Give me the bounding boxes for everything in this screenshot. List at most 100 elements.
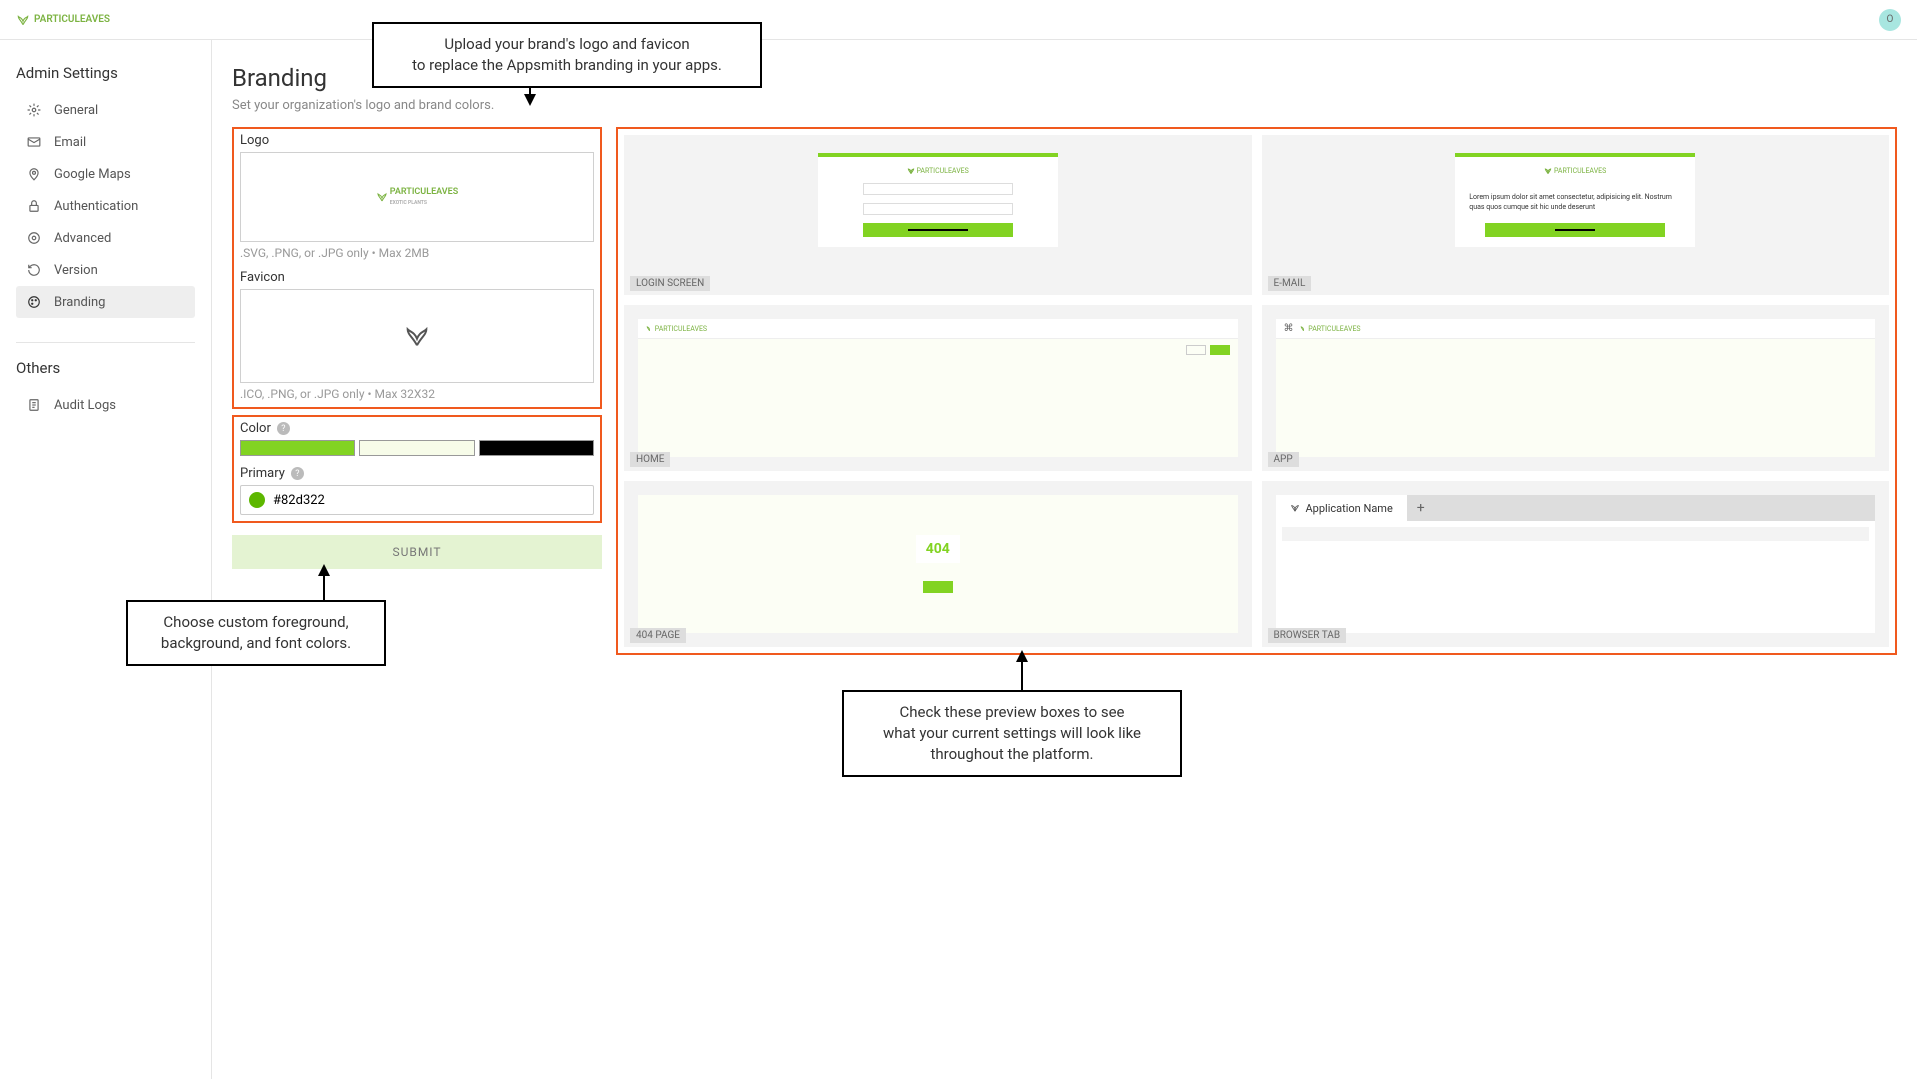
leaf-icon <box>1300 325 1307 332</box>
sidebar-section-others: Others <box>16 359 195 377</box>
color-label: Color ? <box>240 421 594 436</box>
logo-upload[interactable]: PARTICULEAVESEXOTIC PLANTS <box>240 152 594 242</box>
leaf-icon <box>401 324 433 348</box>
fake-button <box>1485 223 1665 237</box>
sidebar-item-label: Google Maps <box>54 167 131 182</box>
sidebar-item-label: Version <box>54 263 98 278</box>
sidebar-item-google-maps[interactable]: Google Maps <box>16 158 195 190</box>
logo-preview: PARTICULEAVESEXOTIC PLANTS <box>376 187 458 207</box>
topbar: PARTICULEAVES O <box>0 0 1917 40</box>
sidebar-item-version[interactable]: Version <box>16 254 195 286</box>
preview-label: APP <box>1268 452 1299 467</box>
leaf-icon <box>907 167 915 175</box>
logo-hint: .SVG, .PNG, or .JPG only • Max 2MB <box>240 246 594 260</box>
main-content: Branding Set your organization's logo an… <box>212 40 1917 1079</box>
mail-icon <box>26 134 42 150</box>
swatch-font[interactable] <box>479 440 594 456</box>
tiny-logo: PARTICULEAVES <box>1300 325 1361 333</box>
404-text: 404 <box>916 535 960 563</box>
primary-color-input[interactable] <box>273 493 585 508</box>
primary-label: Primary ? <box>240 466 594 481</box>
sidebar-item-label: General <box>54 103 98 118</box>
sidebar-item-authentication[interactable]: Authentication <box>16 190 195 222</box>
preview-label: BROWSER TAB <box>1268 628 1347 643</box>
page-subtitle: Set your organization's logo and brand c… <box>232 98 1917 113</box>
fake-input <box>863 203 1013 215</box>
sidebar-item-label: Audit Logs <box>54 398 116 413</box>
gear-icon <box>26 230 42 246</box>
favicon-hint: .ICO, .PNG, or .JPG only • Max 32X32 <box>240 387 594 401</box>
sidebar-section-admin: Admin Settings <box>16 64 195 82</box>
preview-home: PARTICULEAVES HOME <box>624 305 1252 471</box>
tiny-logo: PARTICULEAVES <box>907 167 969 175</box>
plus-icon: + <box>1407 500 1435 516</box>
sidebar-item-advanced[interactable]: Advanced <box>16 222 195 254</box>
preview-label: 404 PAGE <box>630 628 686 643</box>
preview-label: HOME <box>630 452 670 467</box>
fake-button <box>923 581 953 593</box>
fake-button <box>1186 345 1206 355</box>
leaf-icon <box>1290 503 1300 513</box>
favicon-label: Favicon <box>240 270 594 285</box>
preview-login: PARTICULEAVES LOGIN SCREEN <box>624 135 1252 295</box>
document-icon <box>26 397 42 413</box>
fake-input <box>863 183 1013 195</box>
preview-email: PARTICULEAVES Lorem ipsum dolor sit amet… <box>1262 135 1890 295</box>
sidebar-item-branding[interactable]: Branding <box>16 286 195 318</box>
lock-icon <box>26 198 42 214</box>
sidebar-item-label: Authentication <box>54 199 138 214</box>
callout-left: Choose custom foreground,background, and… <box>126 600 386 666</box>
swatch-primary[interactable] <box>240 440 355 456</box>
swatch-background[interactable] <box>359 440 474 456</box>
sidebar-item-email[interactable]: Email <box>16 126 195 158</box>
divider <box>16 342 195 343</box>
tiny-logo: PARTICULEAVES <box>1544 167 1606 175</box>
preview-browser-tab: Application Name + BROWSER TAB <box>1262 481 1890 647</box>
color-block: Color ? Primary ? <box>232 415 602 523</box>
gear-icon <box>26 102 42 118</box>
leaf-icon <box>1544 167 1552 175</box>
preview-label: E-MAIL <box>1268 276 1312 291</box>
brand-name: PARTICULEAVES <box>34 14 110 25</box>
avatar[interactable]: O <box>1879 9 1901 31</box>
preview-404: 404 404 PAGE <box>624 481 1252 647</box>
callout-bottom: Check these preview boxes to seewhat you… <box>842 690 1182 777</box>
sidebar-item-label: Email <box>54 135 86 150</box>
refresh-icon <box>26 262 42 278</box>
preview-grid: PARTICULEAVES LOGIN SCREEN <box>616 127 1897 655</box>
sidebar-item-audit-logs[interactable]: Audit Logs <box>16 389 195 421</box>
sidebar: Admin Settings General Email Google Maps… <box>0 40 212 1079</box>
fake-button <box>863 223 1013 237</box>
brand-logo: PARTICULEAVES <box>16 13 110 27</box>
arrow-up-icon <box>314 562 334 602</box>
help-icon[interactable]: ? <box>277 422 290 435</box>
color-swatches <box>240 440 594 456</box>
palette-icon <box>26 294 42 310</box>
address-bar <box>1282 527 1870 541</box>
decoration-bar <box>818 153 1058 157</box>
leaf-icon <box>16 13 30 27</box>
pin-icon <box>26 166 42 182</box>
sidebar-item-label: Branding <box>54 295 105 310</box>
logo-favicon-block: Logo PARTICULEAVESEXOTIC PLANTS .SVG, .P… <box>232 127 602 409</box>
leaf-icon <box>376 191 388 203</box>
callout-top: Upload your brand's logo and faviconto r… <box>372 22 762 88</box>
primary-color-input-row[interactable] <box>240 485 594 515</box>
decoration-bar <box>1455 153 1695 157</box>
fake-button <box>1210 345 1230 355</box>
logo-label: Logo <box>240 133 594 148</box>
leaf-icon <box>646 325 653 332</box>
color-dot <box>249 492 265 508</box>
tiny-logo: PARTICULEAVES <box>646 325 707 333</box>
submit-button[interactable]: SUBMIT <box>232 535 602 569</box>
favicon-upload[interactable] <box>240 289 594 383</box>
arrow-up-icon <box>1012 648 1032 692</box>
sidebar-item-label: Advanced <box>54 231 111 246</box>
preview-app: ⌘ PARTICULEAVES APP <box>1262 305 1890 471</box>
sidebar-item-general[interactable]: General <box>16 94 195 126</box>
grid-icon: ⌘ <box>1284 323 1294 334</box>
preview-label: LOGIN SCREEN <box>630 276 710 291</box>
lorem-text: Lorem ipsum dolor sit amet consectetur, … <box>1469 193 1681 213</box>
browser-tab: Application Name <box>1276 495 1407 521</box>
help-icon[interactable]: ? <box>291 467 304 480</box>
